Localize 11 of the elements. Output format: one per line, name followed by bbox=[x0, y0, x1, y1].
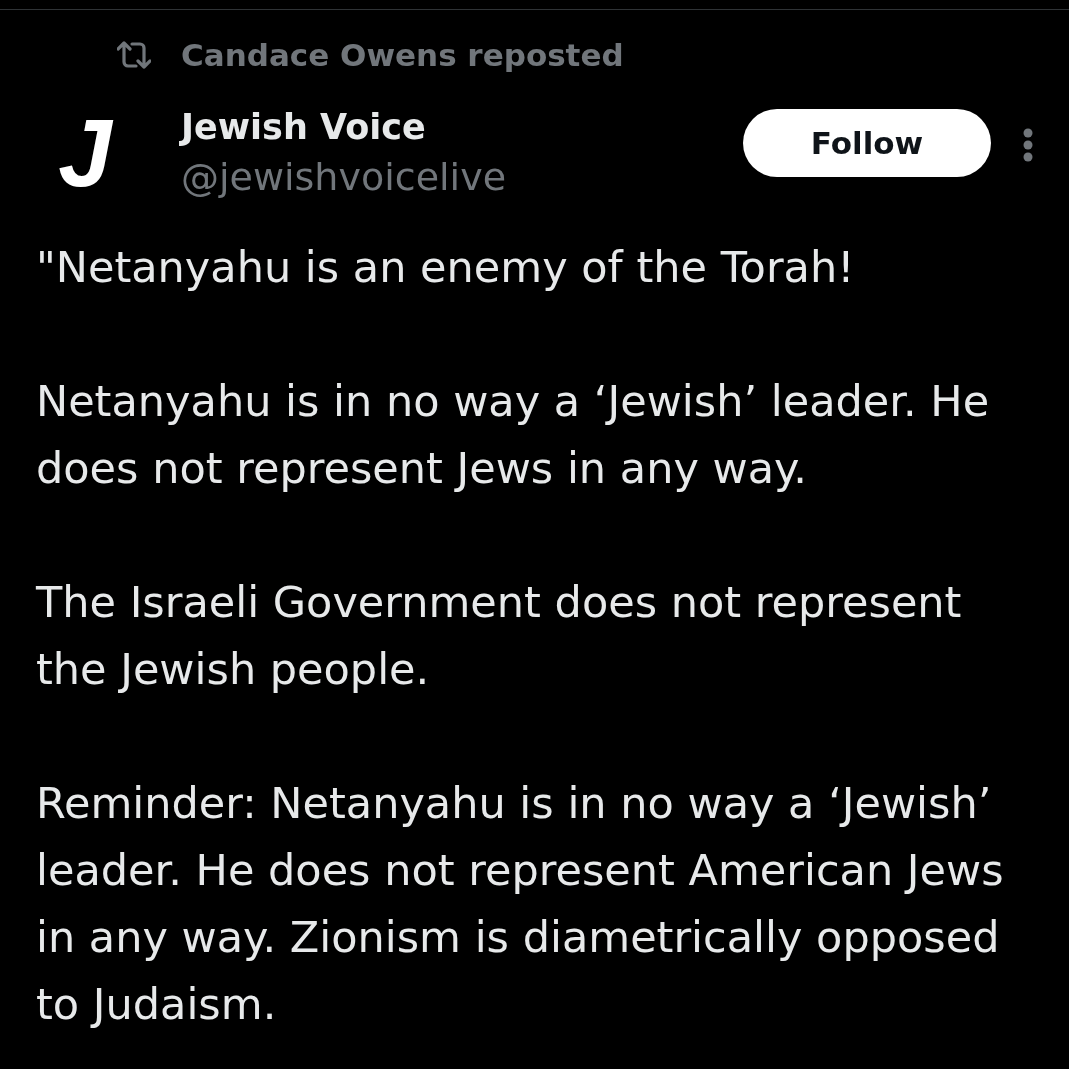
follow-button[interactable]: Follow bbox=[743, 109, 991, 177]
post-paragraph: "Netanyahu is an enemy of the Torah! bbox=[36, 241, 856, 294]
author-name[interactable]: Jewish Voice bbox=[181, 102, 743, 152]
avatar-logo[interactable]: J bbox=[52, 115, 118, 191]
post-paragraph: The Israeli Government does not represent the Jewish people. bbox=[36, 576, 963, 696]
post-paragraph: Reminder: Netanyahu is in no way a ‘Jewish’ leader. He does not represent American Jews in any way. Zionism is diametrically opposed to Judaism. bbox=[36, 777, 1005, 1031]
repost-icon bbox=[117, 40, 151, 70]
more-options-icon[interactable] bbox=[1023, 128, 1033, 162]
repost-label[interactable]: Candace Owens reposted bbox=[181, 37, 624, 73]
post-paragraph: Netanyahu is in no way a ‘Jewish’ leader. He does not represent Jews in any way. bbox=[36, 375, 991, 495]
author-handle[interactable]: @jewishvoicelive bbox=[181, 152, 743, 202]
